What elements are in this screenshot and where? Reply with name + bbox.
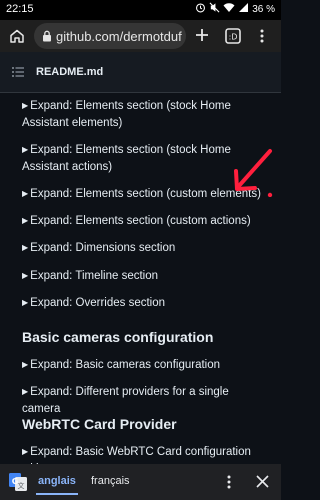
details-item[interactable]: ▶ Expand: Elements section (stock Home As…	[22, 98, 267, 132]
expand-triangle-icon: ▶	[22, 360, 29, 369]
outline-list-icon[interactable]	[12, 67, 24, 77]
tab-switcher-icon[interactable]: :D	[224, 27, 242, 45]
svg-text::D: :D	[229, 32, 238, 41]
status-time: 22:15	[6, 3, 34, 15]
battery-text: 36 %	[252, 3, 275, 15]
details-item[interactable]: ▶ Expand: Overrides section	[22, 295, 267, 312]
expand-triangle-icon: ▶	[22, 101, 29, 110]
status-icons: 36 %	[195, 2, 275, 16]
details-item[interactable]: ▶ Expand: Dimensions section	[22, 240, 267, 257]
browser-toolbar: github.com/dermotduf :D	[0, 20, 281, 52]
status-bar: 22:15 36 %	[0, 0, 281, 20]
expand-triangle-icon: ▶	[22, 145, 29, 154]
translate-more-icon[interactable]	[226, 474, 232, 490]
details-item[interactable]: ▶ Expand: Elements section (custom action…	[22, 213, 267, 230]
arrow-shaft	[236, 149, 272, 189]
expand-triangle-icon: ▶	[22, 243, 29, 252]
lock-icon	[42, 30, 52, 42]
file-title: README.md	[36, 66, 104, 78]
url-text: github.com/dermotduf	[56, 28, 182, 44]
address-bar[interactable]: github.com/dermotduf	[34, 23, 186, 49]
close-icon[interactable]	[256, 475, 269, 488]
expand-triangle-icon: ▶	[22, 447, 29, 456]
details-item[interactable]: ▶ Expand: Different providers for a singl…	[22, 384, 267, 418]
readme-content: ▶ Expand: Elements section (stock Home As…	[0, 92, 281, 475]
details-item[interactable]: ▶ Expand: Timeline section	[22, 268, 267, 285]
mute-icon	[209, 2, 220, 16]
svg-text:文: 文	[18, 481, 25, 490]
section-heading: Basic cameras configuration	[22, 329, 214, 345]
target-language-tab[interactable]: français	[91, 475, 130, 487]
wifi-icon	[223, 2, 235, 16]
expand-triangle-icon: ▶	[22, 271, 29, 280]
new-tab-icon[interactable]	[194, 27, 210, 43]
expand-triangle-icon: ▶	[22, 387, 29, 396]
more-options-icon[interactable]	[259, 28, 265, 44]
arrow-dot	[267, 192, 273, 197]
expand-triangle-icon: ▶	[22, 189, 29, 198]
file-header: README.md	[0, 52, 281, 93]
expand-triangle-icon: ▶	[22, 298, 29, 307]
translate-bar: G文 anglais français	[0, 464, 281, 500]
red-arrow-annotation	[234, 149, 273, 197]
translate-icon[interactable]: G文	[8, 472, 28, 492]
expand-triangle-icon: ▶	[22, 216, 29, 225]
section-heading: WebRTC Card Provider	[22, 416, 177, 432]
source-language-tab[interactable]: anglais	[36, 475, 78, 495]
home-icon[interactable]	[9, 28, 25, 44]
alarm-icon	[195, 2, 206, 16]
signal-icon	[238, 2, 249, 16]
details-item[interactable]: ▶ Expand: Basic cameras configuration	[22, 357, 267, 374]
